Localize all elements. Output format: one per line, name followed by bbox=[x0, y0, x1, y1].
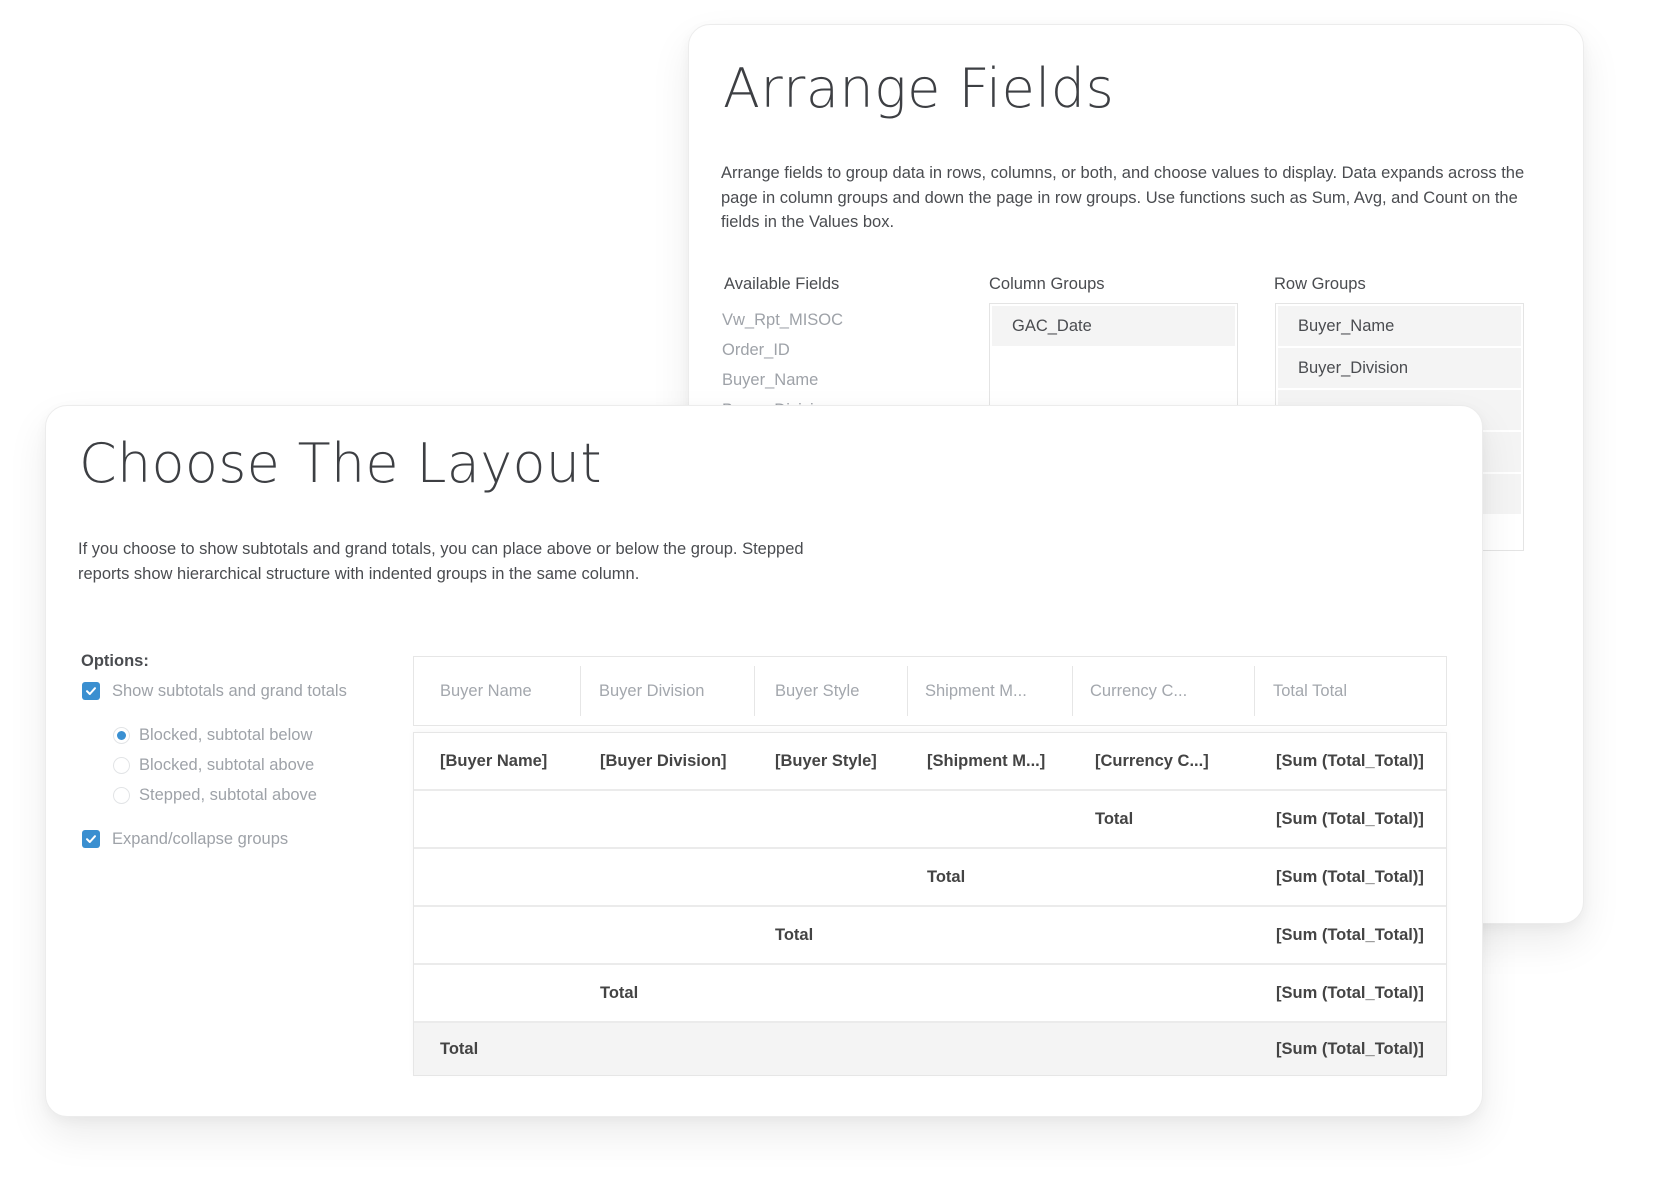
available-fields-label: Available Fields bbox=[724, 275, 840, 293]
table-row: Total [Sum (Total_Total)] bbox=[414, 965, 1446, 1023]
layout-options: Options: Show subtotals and grand totals… bbox=[81, 652, 347, 851]
table-row: [Buyer Name] [Buyer Division] [Buyer Style… bbox=[414, 733, 1446, 791]
radio-label: Stepped, subtotal above bbox=[139, 785, 317, 804]
choose-layout-title: Choose The Layout bbox=[79, 432, 602, 495]
table-cell: [Sum (Total_Total)] bbox=[1276, 809, 1424, 828]
table-cell: Total bbox=[440, 1039, 479, 1058]
column-groups-label: Column Groups bbox=[989, 275, 1105, 293]
choose-layout-panel: Choose The Layout If you choose to show … bbox=[45, 405, 1483, 1117]
available-field-item[interactable]: Buyer_Name bbox=[722, 365, 843, 395]
table-cell: [Buyer Name] bbox=[440, 751, 548, 770]
available-field-item[interactable]: Vw_Rpt_MISOC bbox=[722, 305, 843, 335]
radio-label: Blocked, subtotal above bbox=[139, 755, 315, 774]
arrange-fields-description: Arrange fields to group data in rows, co… bbox=[721, 164, 1525, 231]
table-row: Total [Sum (Total_Total)] bbox=[414, 791, 1446, 849]
radio-blocked-subtotal-above[interactable]: Blocked, subtotal above bbox=[113, 750, 347, 780]
column-header: Total Total bbox=[1254, 666, 1446, 716]
radio-unselected-icon[interactable] bbox=[113, 786, 130, 804]
column-header: Buyer Division bbox=[580, 666, 754, 716]
table-cell: [Sum (Total_Total)] bbox=[1276, 925, 1424, 944]
show-subtotals-checkbox[interactable]: Show subtotals and grand totals bbox=[81, 679, 347, 703]
radio-label: Blocked, subtotal below bbox=[139, 725, 313, 744]
radio-selected-icon[interactable] bbox=[113, 726, 130, 744]
table-row: Total [Sum (Total_Total)] bbox=[414, 907, 1446, 965]
show-subtotals-label: Show subtotals and grand totals bbox=[112, 681, 347, 700]
table-cell: [Shipment M...] bbox=[927, 751, 1046, 770]
column-header: Shipment M... bbox=[907, 666, 1072, 716]
radio-blocked-subtotal-below[interactable]: Blocked, subtotal below bbox=[113, 720, 347, 750]
subtotal-placement-radio-group: Blocked, subtotal below Blocked, subtota… bbox=[113, 720, 347, 810]
row-group-item[interactable]: Buyer_Division bbox=[1278, 348, 1521, 388]
column-header: Currency C... bbox=[1072, 666, 1254, 716]
preview-table-body: [Buyer Name] [Buyer Division] [Buyer Style… bbox=[413, 732, 1447, 1076]
column-header: Buyer Style bbox=[754, 666, 907, 716]
radio-stepped-subtotal-above[interactable]: Stepped, subtotal above bbox=[113, 780, 347, 810]
checkbox-checked-icon[interactable] bbox=[82, 682, 100, 700]
table-cell: Total bbox=[775, 925, 814, 944]
arrange-fields-title: Arrange Fields bbox=[723, 57, 1115, 120]
column-header: Buyer Name bbox=[440, 681, 532, 700]
options-label: Options: bbox=[81, 652, 149, 670]
table-cell: [Sum (Total_Total)] bbox=[1276, 867, 1424, 886]
column-group-item[interactable]: GAC_Date bbox=[992, 306, 1235, 346]
table-cell: Total bbox=[927, 867, 966, 886]
table-cell: [Sum (Total_Total)] bbox=[1276, 1039, 1424, 1058]
row-groups-label: Row Groups bbox=[1274, 275, 1366, 293]
row-group-item[interactable]: Buyer_Name bbox=[1278, 306, 1521, 346]
table-cell: [Currency C...] bbox=[1095, 751, 1209, 770]
table-cell: Total bbox=[1095, 809, 1134, 828]
available-field-item[interactable]: Order_ID bbox=[722, 335, 843, 365]
radio-unselected-icon[interactable] bbox=[113, 756, 130, 774]
table-row: Total [Sum (Total_Total)] bbox=[414, 849, 1446, 907]
preview-table-header: Buyer Name Buyer Division Buyer Style Sh… bbox=[413, 656, 1447, 726]
table-cell: Total bbox=[600, 983, 639, 1002]
table-cell: [Buyer Style] bbox=[775, 751, 877, 770]
expand-collapse-checkbox[interactable]: Expand/collapse groups bbox=[81, 827, 347, 851]
table-cell: [Buyer Division] bbox=[600, 751, 727, 770]
table-cell: [Sum (Total_Total)] bbox=[1276, 983, 1424, 1002]
choose-layout-description: If you choose to show subtotals and gran… bbox=[78, 540, 804, 583]
expand-collapse-label: Expand/collapse groups bbox=[112, 829, 289, 848]
grand-total-row: Total [Sum (Total_Total)] bbox=[414, 1023, 1446, 1075]
table-cell: [Sum (Total_Total)] bbox=[1276, 751, 1424, 770]
checkbox-checked-icon[interactable] bbox=[82, 830, 100, 848]
